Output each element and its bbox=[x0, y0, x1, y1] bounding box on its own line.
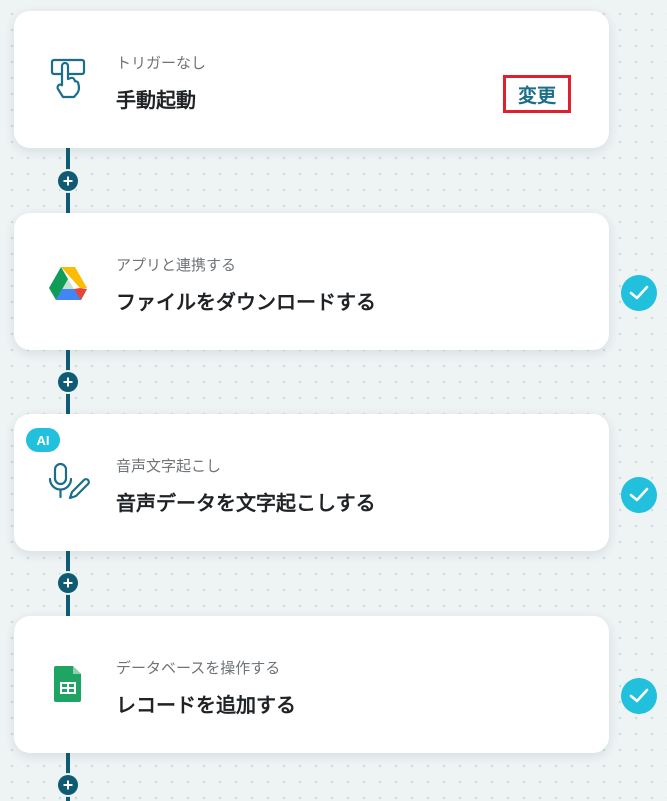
step-title: 手動起動 bbox=[116, 88, 196, 112]
google-sheets-icon bbox=[46, 662, 90, 706]
step-subtitle: データベースを操作する bbox=[116, 659, 281, 677]
hand-pointer-icon bbox=[46, 57, 90, 101]
add-step-button-3[interactable] bbox=[58, 573, 78, 593]
step-title: ファイルをダウンロードする bbox=[116, 290, 376, 314]
ai-badge: AI bbox=[26, 428, 60, 452]
add-step-button-2[interactable] bbox=[58, 372, 78, 392]
add-step-button-1[interactable] bbox=[58, 171, 78, 191]
google-drive-icon bbox=[46, 261, 90, 305]
step-card-trigger[interactable]: トリガーなし 手動起動 変更 bbox=[14, 11, 609, 148]
step-card-transcribe[interactable]: AI 音声文字起こし 音声データを文字起こしする bbox=[14, 414, 609, 551]
step-subtitle: 音声文字起こし bbox=[116, 457, 222, 475]
step-subtitle: アプリと連携する bbox=[116, 256, 237, 274]
change-trigger-button[interactable]: 変更 bbox=[503, 75, 571, 113]
step-complete-check-icon bbox=[621, 477, 657, 513]
step-subtitle: トリガーなし bbox=[116, 54, 207, 72]
step-title: レコードを追加する bbox=[116, 693, 296, 717]
step-title: 音声データを文字起こしする bbox=[116, 491, 376, 515]
microphone-pen-icon bbox=[46, 460, 90, 504]
add-step-button-4[interactable] bbox=[58, 775, 78, 795]
step-card-download-file[interactable]: アプリと連携する ファイルをダウンロードする bbox=[14, 213, 609, 350]
step-complete-check-icon bbox=[621, 678, 657, 714]
step-complete-check-icon bbox=[621, 275, 657, 311]
step-card-add-record[interactable]: データベースを操作する レコードを追加する bbox=[14, 616, 609, 753]
